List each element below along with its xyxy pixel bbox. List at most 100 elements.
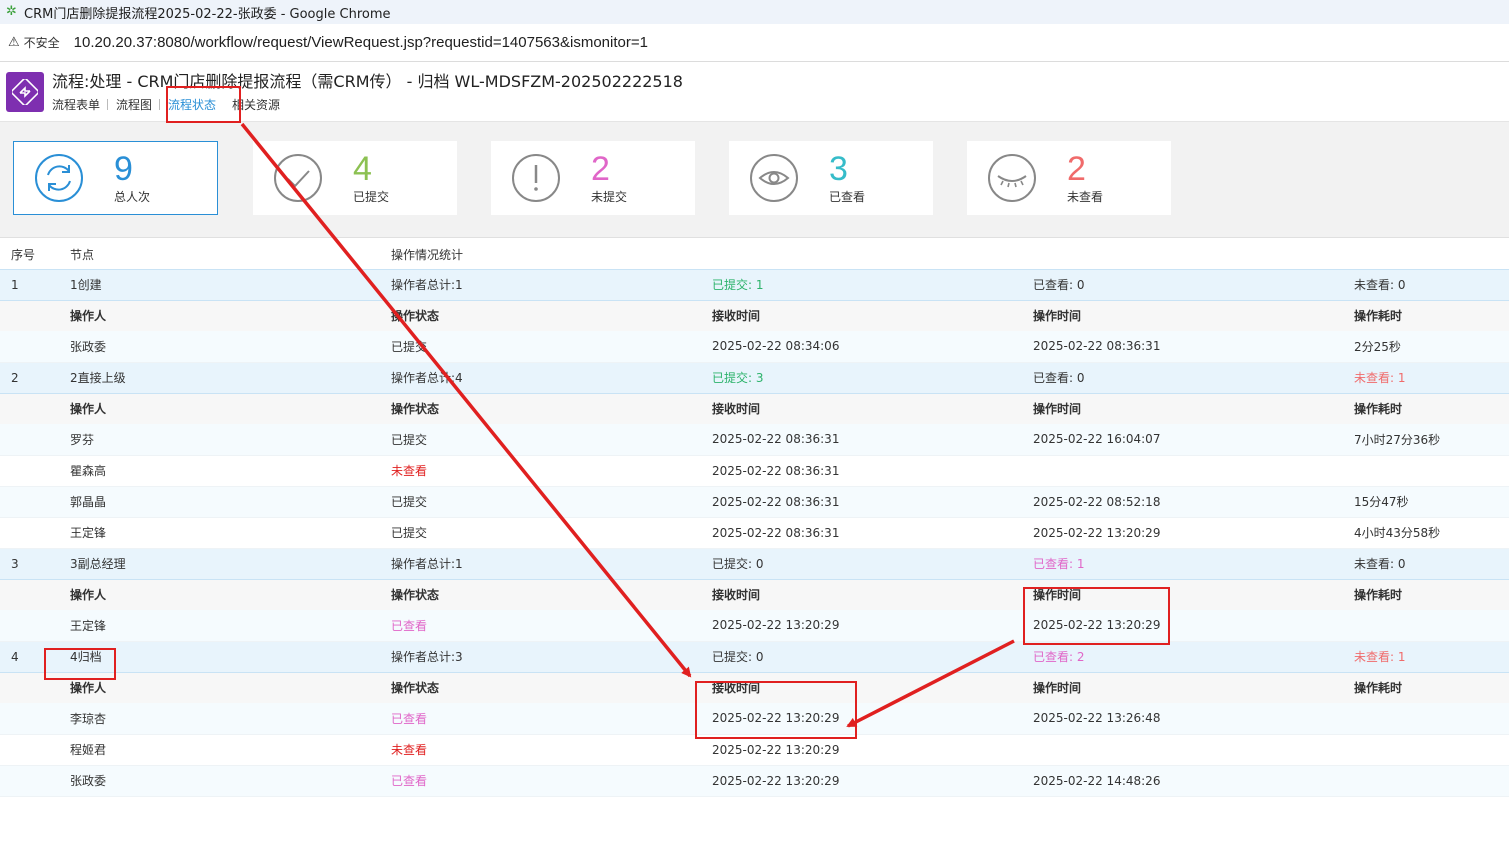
table-row[interactable]: 王定锋 已查看 2025-02-22 13:20:29 2025-02-22 13:2… <box>0 610 1509 642</box>
table-row[interactable]: 张政委 已提交 2025-02-22 08:34:06 2025-02-22 08:3… <box>0 331 1509 363</box>
operator-col-header: 操作状态 <box>380 672 701 703</box>
operator-col-header: 操作状态 <box>380 579 701 610</box>
node-name: 2直接上级 <box>59 361 380 394</box>
annotation-box-receive-time <box>695 681 857 739</box>
operator-operated-time: 2025-02-22 13:26:48 <box>1022 703 1343 735</box>
operator-name[interactable]: 程姬君 <box>59 734 380 766</box>
operator-col-header: 操作耗时 <box>1343 393 1509 424</box>
operator-name[interactable]: 罗芬 <box>59 424 380 456</box>
stat-submitted-value: 4 <box>353 149 372 188</box>
stats-bar: 9 总人次 4 已提交 2 未提交 3 已查看 2 未查看 <box>0 122 1509 238</box>
table-row[interactable]: 王定锋 已提交 2025-02-22 08:36:31 2025-02-22 13:2… <box>0 517 1509 549</box>
table-header-row: 序号 节点 操作情况统计 <box>0 238 1509 269</box>
table-row[interactable]: 张政委 已查看 2025-02-22 13:20:29 2025-02-22 14:4… <box>0 765 1509 797</box>
stat-viewed-label: 已查看 <box>829 189 866 204</box>
stat-card-unviewed[interactable]: 2 未查看 <box>967 141 1171 215</box>
operator-operated-time <box>1022 455 1343 487</box>
node-row[interactable]: 4 4归档 操作者总计:3 已提交: 0 已查看: 2 未查看: 1 <box>0 640 1509 673</box>
node-name: 3副总经理 <box>59 547 380 580</box>
node-viewed: 已查看: 0 <box>1022 268 1343 301</box>
eye-closed-icon <box>988 154 1036 202</box>
workflow-tabs: 流程表单 流程图 流程状态 相关资源 <box>52 96 683 113</box>
operator-name[interactable]: 张政委 <box>59 331 380 363</box>
operator-operated-time: 2025-02-22 16:04:07 <box>1022 424 1343 456</box>
node-row[interactable]: 2 2直接上级 操作者总计:4 已提交: 3 已查看: 0 未查看: 1 <box>0 361 1509 394</box>
warning-icon: ⚠ <box>8 35 20 50</box>
operator-name[interactable]: 王定锋 <box>59 610 380 642</box>
annotation-box-status-tab <box>166 86 241 123</box>
operator-received-time: 2025-02-22 08:34:06 <box>701 331 1022 363</box>
app-logo-icon: ✲ <box>6 4 17 19</box>
operator-col-header: 操作状态 <box>380 393 701 424</box>
node-row[interactable]: 3 3副总经理 操作者总计:1 已提交: 0 已查看: 1 未查看: 0 <box>0 547 1509 580</box>
operator-duration: 2分25秒 <box>1343 331 1509 363</box>
stat-card-total[interactable]: 9 总人次 <box>13 141 218 215</box>
node-total: 操作者总计:4 <box>380 361 701 394</box>
table-row[interactable]: 郭晶晶 已提交 2025-02-22 08:36:31 2025-02-22 08:5… <box>0 486 1509 518</box>
operator-duration <box>1343 765 1509 797</box>
col-header-stats: 操作情况统计 <box>391 247 464 262</box>
address-bar[interactable]: ⚠ 不安全 10.20.20.37:8080/workflow/request/… <box>0 24 1509 62</box>
operator-received-time: 2025-02-22 13:20:29 <box>701 610 1022 642</box>
window-title: CRM门店删除提报流程2025-02-22-张政委 - Google Chrom… <box>24 6 391 22</box>
operator-duration <box>1343 455 1509 487</box>
node-total: 操作者总计:1 <box>380 268 701 301</box>
operator-col-header: 接收时间 <box>701 579 1022 610</box>
node-submitted: 已提交: 1 <box>701 268 1022 301</box>
operator-col-header: 操作时间 <box>1022 393 1343 424</box>
operator-name[interactable]: 张政委 <box>59 765 380 797</box>
tab-form[interactable]: 流程表单 <box>52 96 109 113</box>
node-unviewed: 未查看: 1 <box>1343 640 1509 673</box>
operator-col-header: 操作时间 <box>1022 672 1343 703</box>
operator-status: 已查看 <box>380 703 701 735</box>
stat-unviewed-label: 未查看 <box>1067 189 1104 204</box>
operator-operated-time: 2025-02-22 14:48:26 <box>1022 765 1343 797</box>
operator-header-row: 操作人 操作状态 接收时间 操作时间 操作耗时 <box>0 579 1509 610</box>
operator-name[interactable]: 王定锋 <box>59 517 380 549</box>
operator-header-row: 操作人 操作状态 接收时间 操作时间 操作耗时 <box>0 393 1509 424</box>
page-title: 流程:处理 - CRM门店删除提报流程（需CRM传） - 归档 WL-MDSFZ… <box>52 72 683 91</box>
stat-unsubmitted-value: 2 <box>591 149 610 188</box>
node-index: 1 <box>0 268 59 301</box>
operator-status: 已查看 <box>380 765 701 797</box>
stat-total-value: 9 <box>114 149 133 188</box>
check-icon <box>274 154 322 202</box>
workflow-logo-icon <box>6 72 44 112</box>
tab-diagram[interactable]: 流程图 <box>108 96 161 113</box>
col-header-index: 序号 <box>11 247 36 262</box>
operator-name[interactable]: 瞿森高 <box>59 455 380 487</box>
browser-title-bar: ✲ CRM门店删除提报流程2025-02-22-张政委 - Google Chr… <box>0 0 1509 24</box>
node-submitted: 已提交: 0 <box>701 547 1022 580</box>
table-row[interactable]: 瞿森高 未查看 2025-02-22 08:36:31 <box>0 455 1509 487</box>
operator-duration: 15分47秒 <box>1343 486 1509 518</box>
operator-col-header: 操作耗时 <box>1343 579 1509 610</box>
operator-col-header: 操作耗时 <box>1343 672 1509 703</box>
node-index: 3 <box>0 547 59 580</box>
operator-duration <box>1343 703 1509 735</box>
url-text[interactable]: 10.20.20.37:8080/workflow/request/ViewRe… <box>74 34 648 51</box>
operator-operated-time: 2025-02-22 13:20:29 <box>1022 517 1343 549</box>
operator-col-header: 操作时间 <box>1022 300 1343 331</box>
operator-status: 已提交 <box>380 424 701 456</box>
stat-card-submitted[interactable]: 4 已提交 <box>253 141 457 215</box>
node-submitted: 已提交: 0 <box>701 640 1022 673</box>
operator-col-header: 操作状态 <box>380 300 701 331</box>
operator-operated-time: 2025-02-22 08:36:31 <box>1022 331 1343 363</box>
operator-col-header: 操作耗时 <box>1343 300 1509 331</box>
operator-duration <box>1343 734 1509 766</box>
stat-card-unsubmitted[interactable]: 2 未提交 <box>491 141 695 215</box>
operator-name[interactable]: 郭晶晶 <box>59 486 380 518</box>
operator-status: 未查看 <box>380 455 701 487</box>
node-viewed: 已查看: 0 <box>1022 361 1343 394</box>
table-row[interactable]: 罗芬 已提交 2025-02-22 08:36:31 2025-02-22 16:04… <box>0 424 1509 456</box>
stat-card-viewed[interactable]: 3 已查看 <box>729 141 933 215</box>
node-row[interactable]: 1 1创建 操作者总计:1 已提交: 1 已查看: 0 未查看: 0 <box>0 268 1509 301</box>
node-total: 操作者总计:1 <box>380 547 701 580</box>
operator-received-time: 2025-02-22 08:36:31 <box>701 517 1022 549</box>
security-indicator[interactable]: ⚠ 不安全 <box>8 34 60 51</box>
operator-status: 已提交 <box>380 486 701 518</box>
node-unviewed: 未查看: 0 <box>1343 547 1509 580</box>
operator-received-time: 2025-02-22 08:36:31 <box>701 455 1022 487</box>
operator-duration: 4小时43分58秒 <box>1343 517 1509 549</box>
operator-name[interactable]: 李琼杏 <box>59 703 380 735</box>
